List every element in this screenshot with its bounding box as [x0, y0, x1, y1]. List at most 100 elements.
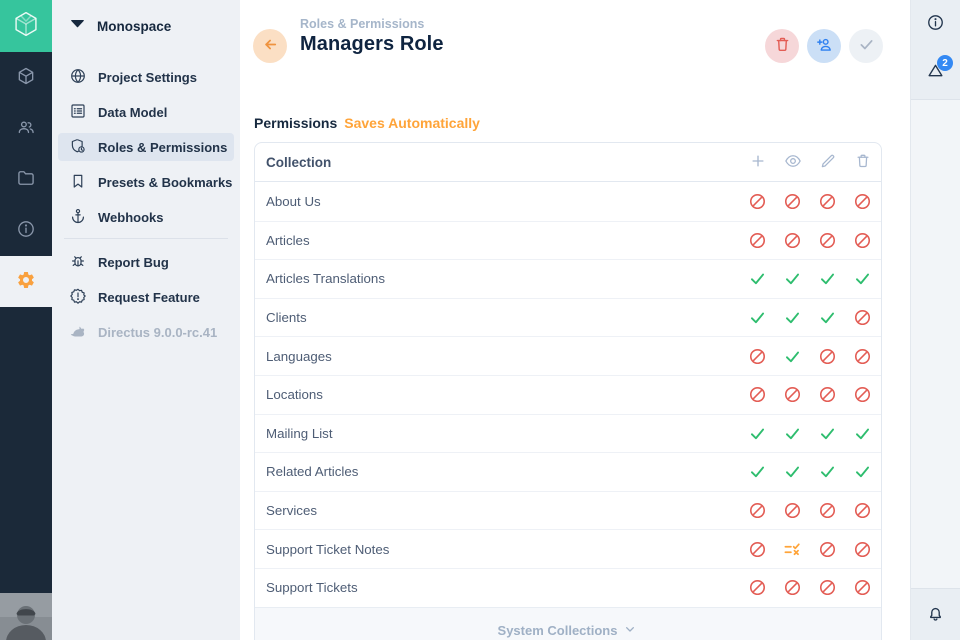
permission-read-blocked-icon[interactable]	[775, 569, 810, 607]
permission-delete-blocked-icon[interactable]	[845, 337, 880, 375]
create-column-button[interactable]	[740, 143, 775, 182]
permission-create-blocked-icon[interactable]	[740, 492, 775, 530]
permission-update-allowed-icon[interactable]	[810, 414, 845, 452]
permission-delete-allowed-icon[interactable]	[845, 453, 880, 491]
read-column-button[interactable]	[775, 143, 810, 182]
permission-update-blocked-icon[interactable]	[810, 221, 845, 259]
permission-create-blocked-icon[interactable]	[740, 569, 775, 607]
nav-label: Roles & Permissions	[98, 140, 227, 155]
right-sidebar-top: 2	[911, 0, 960, 100]
bookmark-icon	[69, 172, 87, 193]
permission-delete-allowed-icon[interactable]	[845, 414, 880, 452]
breadcrumb[interactable]: Roles & Permissions	[300, 17, 444, 31]
nav-label: Request Feature	[98, 290, 200, 305]
permission-update-blocked-icon[interactable]	[810, 337, 845, 375]
project-triangle-icon	[69, 15, 86, 37]
module-settings[interactable]	[0, 256, 52, 307]
nav-item-report-bug[interactable]: Report Bug	[58, 248, 234, 276]
nav-item-roles-permissions[interactable]: Roles & Permissions	[58, 133, 234, 161]
permission-read-custom-icon[interactable]	[775, 530, 810, 568]
permission-create-allowed-icon[interactable]	[740, 414, 775, 452]
permission-update-allowed-icon[interactable]	[810, 299, 845, 337]
nav-label: Project Settings	[98, 70, 197, 85]
main-content: Roles & Permissions Managers Role Permis…	[240, 0, 910, 640]
avatar-photo	[0, 593, 52, 640]
rabbit-icon	[69, 322, 87, 343]
module-docs[interactable]	[0, 205, 52, 256]
back-button[interactable]	[253, 29, 287, 63]
permission-delete-blocked-icon[interactable]	[845, 299, 880, 337]
arrow-left-icon	[261, 35, 280, 57]
permission-read-allowed-icon[interactable]	[775, 453, 810, 491]
permission-read-blocked-icon[interactable]	[775, 221, 810, 259]
people-icon	[16, 117, 36, 140]
eye-icon	[784, 152, 802, 173]
cube-logo-icon	[9, 7, 43, 46]
module-users[interactable]	[0, 103, 52, 154]
nav-label: Data Model	[98, 105, 167, 120]
folder-icon	[16, 168, 36, 191]
notifications-button[interactable]	[911, 591, 960, 639]
permission-update-allowed-icon[interactable]	[810, 260, 845, 298]
permissions-table: Collection About UsArticlesArticles Tran…	[254, 142, 882, 640]
permission-read-blocked-icon[interactable]	[775, 182, 810, 220]
permission-read-allowed-icon[interactable]	[775, 299, 810, 337]
permission-create-blocked-icon[interactable]	[740, 221, 775, 259]
permission-create-blocked-icon[interactable]	[740, 376, 775, 414]
system-collections-label: System Collections	[498, 623, 618, 638]
permission-read-allowed-icon[interactable]	[775, 414, 810, 452]
module-collections[interactable]	[0, 52, 52, 103]
permission-read-allowed-icon[interactable]	[775, 260, 810, 298]
permission-delete-blocked-icon[interactable]	[845, 221, 880, 259]
permission-update-blocked-icon[interactable]	[810, 376, 845, 414]
permission-update-blocked-icon[interactable]	[810, 530, 845, 568]
table-row: Support Ticket Notes	[255, 529, 881, 568]
revisions-sidebar-button[interactable]: 2	[911, 48, 960, 96]
project-chooser[interactable]: Monospace	[52, 0, 240, 52]
permission-read-blocked-icon[interactable]	[775, 492, 810, 530]
permission-create-blocked-icon[interactable]	[740, 337, 775, 375]
permission-delete-blocked-icon[interactable]	[845, 569, 880, 607]
save-button[interactable]	[849, 29, 883, 63]
permission-delete-allowed-icon[interactable]	[845, 260, 880, 298]
nav-item-project-settings[interactable]: Project Settings	[58, 63, 234, 91]
nav-item-data-model[interactable]: Data Model	[58, 98, 234, 126]
user-avatar[interactable]	[0, 593, 52, 640]
collection-name: Clients	[266, 310, 307, 325]
permission-create-allowed-icon[interactable]	[740, 453, 775, 491]
update-column-button[interactable]	[810, 143, 845, 182]
collection-name: Articles Translations	[266, 271, 385, 286]
delete-role-button[interactable]	[765, 29, 799, 63]
system-collections-toggle[interactable]: System Collections	[255, 607, 881, 640]
nav-item-webhooks[interactable]: Webhooks	[58, 203, 234, 231]
box-icon	[16, 66, 36, 89]
permission-update-blocked-icon[interactable]	[810, 182, 845, 220]
permission-delete-blocked-icon[interactable]	[845, 530, 880, 568]
permission-update-blocked-icon[interactable]	[810, 569, 845, 607]
nav-item-presets-bookmarks[interactable]: Presets & Bookmarks	[58, 168, 234, 196]
collection-name: About Us	[266, 194, 321, 209]
permission-read-blocked-icon[interactable]	[775, 376, 810, 414]
nav-item-request-feature[interactable]: Request Feature	[58, 283, 234, 311]
list-box-icon	[69, 102, 87, 123]
permission-update-blocked-icon[interactable]	[810, 492, 845, 530]
permission-create-allowed-icon[interactable]	[740, 299, 775, 337]
permission-read-allowed-icon[interactable]	[775, 337, 810, 375]
permission-delete-blocked-icon[interactable]	[845, 376, 880, 414]
permission-create-allowed-icon[interactable]	[740, 260, 775, 298]
collection-name: Services	[266, 503, 317, 518]
table-row: Mailing List	[255, 414, 881, 453]
permission-delete-blocked-icon[interactable]	[845, 492, 880, 530]
permission-create-blocked-icon[interactable]	[740, 530, 775, 568]
module-files[interactable]	[0, 154, 52, 205]
directus-logo[interactable]	[0, 0, 52, 52]
info-sidebar-button[interactable]	[911, 0, 960, 48]
delete-column-button[interactable]	[845, 143, 880, 182]
collection-name: Locations	[266, 387, 323, 402]
nav-item-version: Directus 9.0.0-rc.41	[58, 318, 234, 346]
info-icon	[926, 13, 945, 35]
permission-delete-blocked-icon[interactable]	[845, 182, 880, 220]
permission-update-allowed-icon[interactable]	[810, 453, 845, 491]
permission-create-blocked-icon[interactable]	[740, 182, 775, 220]
invite-user-button[interactable]	[807, 29, 841, 63]
